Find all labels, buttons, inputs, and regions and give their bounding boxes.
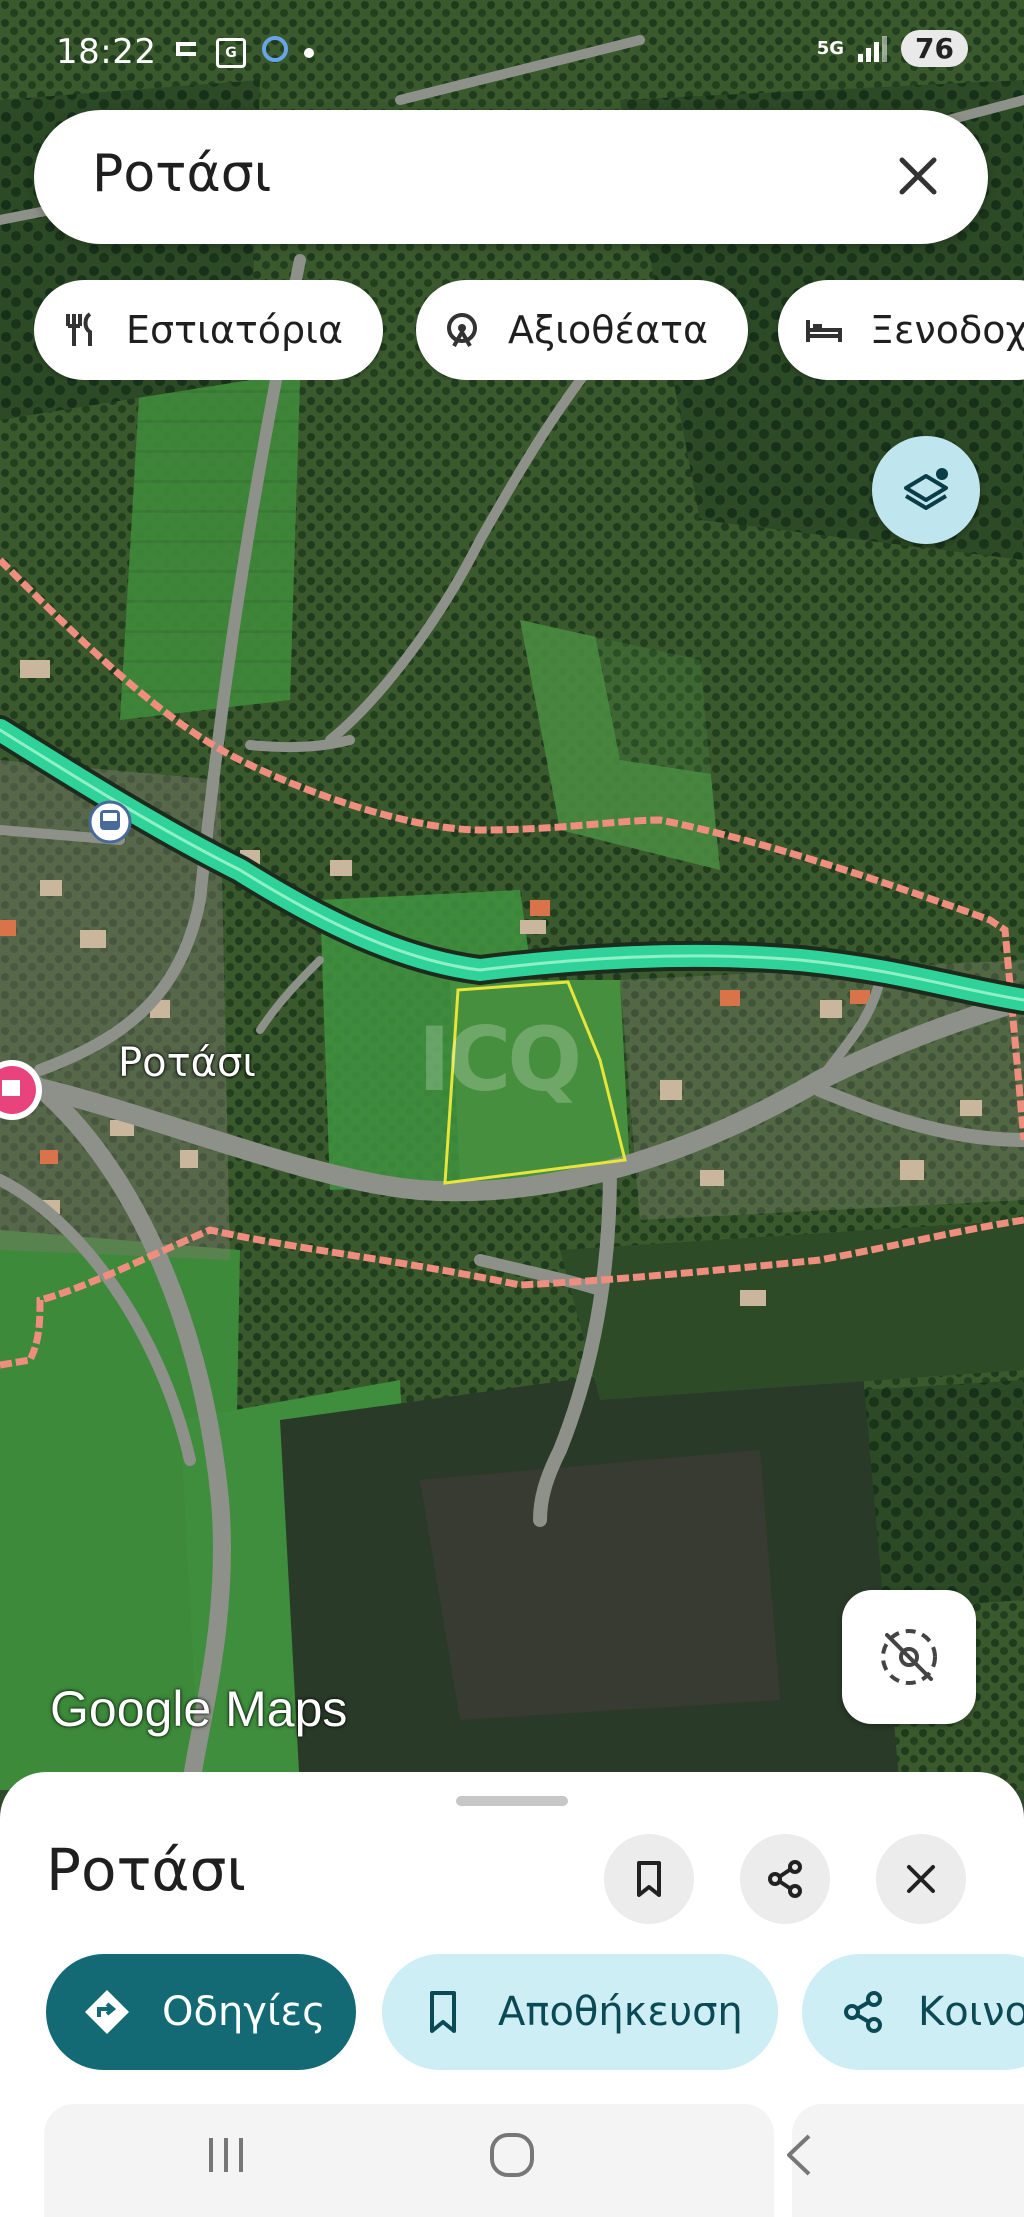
ge-icon: G (216, 38, 246, 68)
share-button[interactable]: Κοινοπ (802, 1954, 1024, 2070)
recents-icon (209, 2138, 243, 2172)
home-button[interactable] (472, 2120, 552, 2190)
satellite-imagery (0, 0, 1024, 1790)
chip-attractions[interactable]: Αξιοθέατα (416, 280, 749, 380)
back-button[interactable] (760, 2120, 840, 2190)
layers-icon (904, 468, 948, 510)
bus-stop-icon (88, 800, 132, 844)
map-place-label[interactable]: Ροτάσι (118, 1040, 256, 1086)
signal-icon (858, 35, 888, 62)
close-sheet-button[interactable] (876, 1834, 966, 1924)
place-title: Ροτάσι (46, 1836, 246, 1904)
preview-card (44, 2104, 774, 2217)
location-off-icon (881, 1629, 937, 1685)
directions-label: Οδηγίες (162, 1989, 326, 2035)
share-icon-button[interactable] (740, 1834, 830, 1924)
close-icon (907, 1865, 935, 1893)
share-icon (768, 1860, 802, 1898)
hotel-icon (806, 320, 842, 342)
bookmark-icon (430, 1991, 456, 2033)
drag-handle[interactable] (456, 1796, 568, 1806)
network-label: 5G (816, 37, 845, 59)
chip-label: Αξιοθέατα (508, 308, 709, 352)
category-chips: Εστιατόρια Αξιοθέατα Ξενοδοχ (34, 280, 1024, 380)
layers-button[interactable] (872, 436, 980, 544)
status-right: 5G 76 (817, 30, 968, 67)
recents-button[interactable] (186, 2120, 266, 2190)
save-button[interactable]: Αποθήκευση (382, 1954, 778, 2070)
location-button[interactable] (842, 1590, 976, 1724)
bookmark-icon (637, 1861, 661, 1897)
share-label: Κοινοπ (918, 1989, 1024, 2035)
share-icon (844, 1991, 882, 2033)
chip-restaurants[interactable]: Εστιατόρια (34, 280, 384, 380)
dot-icon (304, 48, 314, 58)
home-icon (490, 2133, 534, 2177)
google-maps-logo: Google Maps (50, 1681, 348, 1737)
directions-button[interactable]: Οδηγίες (46, 1954, 356, 2070)
battery-indicator: 76 (901, 30, 968, 67)
chip-hotels[interactable]: Ξενοδοχ (778, 280, 1024, 380)
status-time: 18:22 (56, 32, 157, 72)
chip-label: Εστιατόρια (126, 308, 344, 352)
restaurant-icon (66, 312, 92, 346)
save-label: Αποθήκευση (498, 1989, 743, 2035)
attraction-icon (447, 313, 477, 347)
status-bar: 18:22 G 5G 76 (0, 0, 1024, 100)
search-input[interactable]: Ροτάσι (92, 144, 271, 204)
save-icon-button[interactable] (604, 1834, 694, 1924)
status-notification-icons: G (172, 34, 314, 72)
system-nav-bar (0, 2100, 1024, 2217)
close-icon[interactable] (890, 148, 946, 204)
directions-icon (85, 1990, 129, 2034)
search-box[interactable]: Ροτάσι (34, 110, 988, 244)
map-view[interactable]: ICQ Ροτάσι Google Maps (0, 0, 1024, 1790)
back-icon (787, 2134, 811, 2176)
chip-label: Ξενοδοχ (870, 308, 1024, 352)
message-icon (172, 34, 202, 72)
watermark: ICQ (418, 1008, 582, 1111)
app-icon (260, 34, 290, 72)
